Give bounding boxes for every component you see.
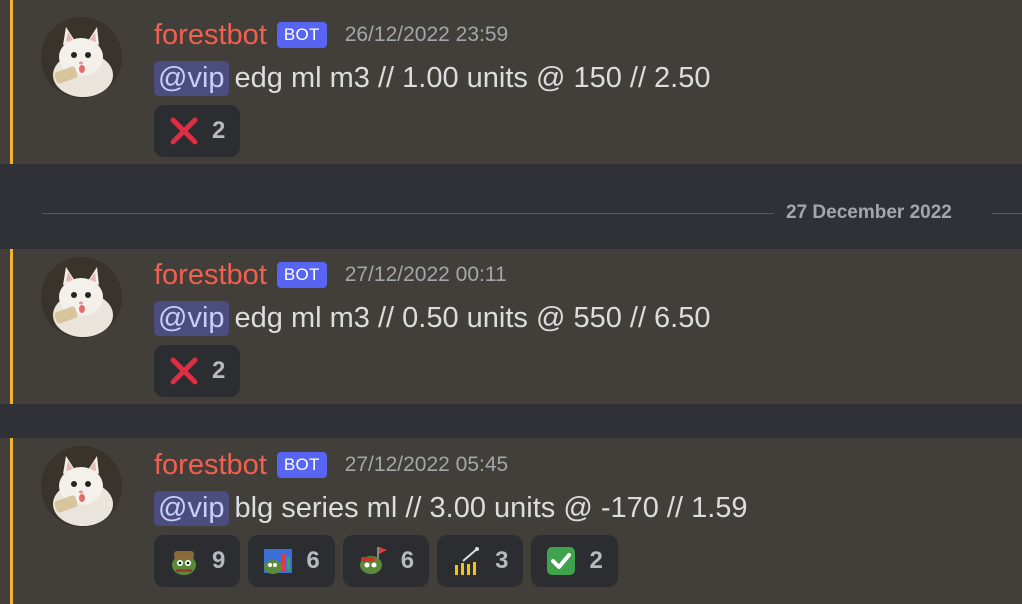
message: forestbot BOT 27/12/2022 05:45 @vip blg … [0,438,1022,604]
highlight-bar [10,249,13,404]
bot-tag: BOT [276,21,327,49]
cat-avatar-image [41,17,122,98]
reaction-check-mark[interactable]: 2 [531,535,618,587]
cross-mark-icon [168,355,200,387]
reaction-cross-mark[interactable]: 2 [154,345,241,397]
username[interactable]: forestbot [154,450,267,480]
message: forestbot BOT 27/12/2022 00:11 @vip edg … [0,249,1022,404]
reaction-pepe-flag[interactable]: 6 [342,535,430,587]
reaction-count: 6 [400,547,415,574]
role-mention[interactable]: @vip [154,490,229,526]
reaction-count: 6 [306,547,320,574]
reaction-count: 2 [589,547,603,574]
date-divider-line [992,213,1022,214]
stonks-candles-icon [451,545,483,577]
cat-avatar-image [41,257,122,338]
pepe-chart-icon [262,545,294,577]
message-content: @vip blg series ml // 3.00 units @ -170 … [154,487,748,529]
username[interactable]: forestbot [154,20,267,50]
reaction-count: 2 [212,357,226,384]
message-text: edg ml m3 // 0.50 units @ 550 // 6.50 [234,301,711,334]
message: forestbot BOT 26/12/2022 23:59 @vip edg … [0,0,1022,164]
username[interactable]: forestbot [154,260,267,290]
message-text: edg ml m3 // 1.00 units @ 150 // 2.50 [234,61,711,94]
reaction-count: 2 [212,117,226,144]
reactions-bar: 2 [154,105,241,157]
timestamp[interactable]: 26/12/2022 23:59 [345,23,509,47]
reaction-count: 3 [495,547,509,574]
reaction-count: 9 [212,547,226,574]
check-mark-icon [545,545,577,577]
pepe-flag-icon [357,545,389,577]
date-divider-label: 27 December 2022 [786,202,952,223]
cross-mark-icon [168,115,200,147]
reaction-pepe-miner[interactable]: 9 [154,535,241,587]
timestamp[interactable]: 27/12/2022 00:11 [345,263,507,287]
message-content: @vip edg ml m3 // 0.50 units @ 550 // 6.… [154,297,711,339]
avatar[interactable] [41,446,122,527]
date-divider-line [42,213,774,214]
cat-avatar-image [41,446,122,527]
highlight-bar [10,0,13,164]
timestamp[interactable]: 27/12/2022 05:45 [345,453,509,477]
message-content: @vip edg ml m3 // 1.00 units @ 150 // 2.… [154,57,711,99]
message-text: blg series ml // 3.00 units @ -170 // 1.… [234,491,748,524]
bot-tag: BOT [276,451,327,479]
reaction-stonks-candles[interactable]: 3 [437,535,524,587]
highlight-bar [10,438,13,604]
bot-tag: BOT [276,261,327,289]
reaction-cross-mark[interactable]: 2 [154,105,241,157]
reaction-pepe-chart[interactable]: 6 [248,535,335,587]
role-mention[interactable]: @vip [154,60,229,96]
reactions-bar: 9 6 6 3 2 [154,535,618,587]
role-mention[interactable]: @vip [154,300,229,336]
reactions-bar: 2 [154,345,241,397]
pepe-miner-icon [168,545,200,577]
avatar[interactable] [41,17,122,98]
avatar[interactable] [41,257,122,338]
